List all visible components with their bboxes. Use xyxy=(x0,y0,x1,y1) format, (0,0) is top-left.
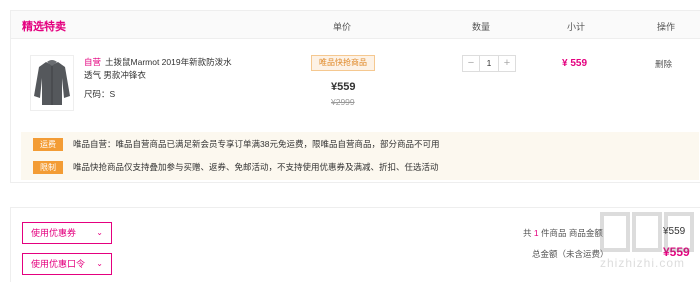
shipping-note-text: 唯品自营：唯品自营商品已满足新会员专享订单满38元免运费，限唯品自营商品，部分商… xyxy=(73,139,440,149)
product-size: 尺码：S xyxy=(84,89,116,99)
checkout-footer: 使用优惠券 ⌄ 使用优惠口令 ⌄ 共 1 件商品 商品金额 ¥559 总金额（未… xyxy=(10,207,700,282)
qty-increase-button[interactable]: + xyxy=(499,56,515,71)
chevron-down-icon: ⌄ xyxy=(96,259,103,268)
col-qty-header: 数量 xyxy=(472,22,491,32)
jacket-image xyxy=(34,60,70,105)
watermark-logo xyxy=(600,212,694,252)
original-price: ¥2999 xyxy=(331,97,355,107)
restriction-tag: 限制 xyxy=(33,160,63,174)
item-count-value: 1 xyxy=(533,228,539,238)
cart-header: 精选特卖 单价 数量 小计 操作 xyxy=(11,11,700,39)
self-operated-tag: 自营 xyxy=(84,57,102,67)
use-coupon-label: 使用优惠券 xyxy=(31,228,77,238)
shipping-tag: 运费 xyxy=(33,137,63,151)
qty-decrease-button[interactable]: − xyxy=(463,56,479,71)
flash-sale-badge: 唯品快抢商品 xyxy=(311,55,375,71)
section-title: 精选特卖 xyxy=(22,21,66,33)
watermark: zhizhizhi.com xyxy=(600,210,695,280)
cart-panel: 精选特卖 单价 数量 小计 操作 自营 土拨鼠Marmot 2019年新款防泼水透… xyxy=(10,10,700,183)
item-count: 共 1 件商品 商品金额 xyxy=(523,227,603,239)
chevron-down-icon: ⌄ xyxy=(96,228,103,237)
product-name-text[interactable]: 土拨鼠Marmot 2019年新款防泼水透气 男款冲锋衣 xyxy=(84,57,232,80)
item-subtotal: ¥ 559 xyxy=(562,58,588,69)
unit-price: ¥559 xyxy=(331,81,356,93)
notice-box: 运费 唯品自营：唯品自营商品已满足新会员专享订单满38元免运费，限唯品自营商品，… xyxy=(21,132,699,180)
total-label: 总金额（未含运费） xyxy=(532,249,609,259)
goods-amount-label: 商品金额 xyxy=(568,228,603,238)
col-price-header: 单价 xyxy=(333,22,352,32)
qty-input[interactable]: 1 xyxy=(479,56,499,71)
quantity-stepper: − 1 + xyxy=(462,55,516,72)
watermark-text: zhizhizhi.com xyxy=(600,256,686,270)
use-code-button[interactable]: 使用优惠口令 ⌄ xyxy=(22,253,112,275)
product-name[interactable]: 自营 土拨鼠Marmot 2019年新款防泼水透气 男款冲锋衣 xyxy=(84,56,234,82)
item-count-prefix: 共 xyxy=(523,228,532,238)
restriction-note: 限制 唯品快抢商品仅支持叠加参与买赠、返券、免邮活动，不支持使用优惠券及满减、折… xyxy=(33,160,439,174)
use-code-label: 使用优惠口令 xyxy=(31,259,86,269)
product-image[interactable] xyxy=(30,55,74,111)
col-action-header: 操作 xyxy=(657,22,676,32)
delete-link[interactable]: 删除 xyxy=(655,58,672,70)
col-subtotal-header: 小计 xyxy=(567,22,586,32)
restriction-note-text: 唯品快抢商品仅支持叠加参与买赠、返券、免邮活动，不支持使用优惠券及满减、折扣、任… xyxy=(73,162,439,172)
shipping-note: 运费 唯品自营：唯品自营商品已满足新会员专享订单满38元免运费，限唯品自营商品，… xyxy=(33,137,439,151)
item-count-suffix: 件商品 xyxy=(541,228,567,238)
use-coupon-button[interactable]: 使用优惠券 ⌄ xyxy=(22,222,112,244)
